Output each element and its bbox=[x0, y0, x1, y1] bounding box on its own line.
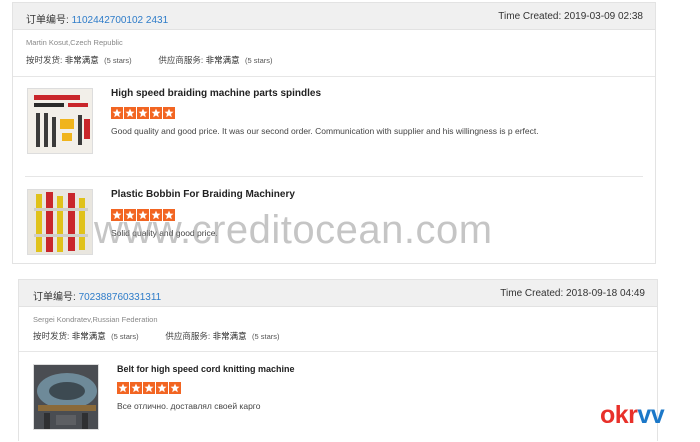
star-icon bbox=[150, 107, 162, 119]
order-number-label: 订单编号: bbox=[26, 15, 69, 26]
product-title-link[interactable]: Plastic Bobbin For Braiding Machinery bbox=[111, 189, 295, 200]
star-icon bbox=[111, 107, 123, 119]
product-title-link[interactable]: High speed braiding machine parts spindl… bbox=[111, 88, 321, 99]
order-number: 订单编号: 702388760331311 bbox=[33, 288, 161, 303]
star-icon bbox=[169, 382, 181, 394]
star-icon bbox=[163, 107, 175, 119]
star-icon bbox=[124, 209, 136, 221]
star-icon bbox=[163, 209, 175, 221]
product-thumbnail[interactable] bbox=[27, 189, 93, 255]
brand-logo-part2: vv bbox=[637, 401, 665, 429]
service-stars-text: (5 stars) bbox=[245, 56, 273, 65]
star-rating bbox=[117, 382, 181, 394]
divider bbox=[19, 351, 657, 352]
star-icon bbox=[137, 209, 149, 221]
service-value: 非常满意 bbox=[212, 331, 247, 341]
divider bbox=[25, 176, 643, 177]
buyer-name: Martin Kosut,Czech Republic bbox=[26, 38, 123, 47]
order-ratings: 按时发货: 非常满意 (5 stars) 供应商服务: 非常满意 (5 star… bbox=[26, 54, 273, 66]
shipping-label: 按时发货: bbox=[33, 331, 70, 341]
divider bbox=[13, 76, 655, 77]
spindles-image bbox=[28, 89, 92, 153]
review-text: Все отлично. доставлял своей карго bbox=[117, 401, 261, 411]
shipping-stars-text: (5 stars) bbox=[111, 332, 139, 341]
order-card: 订单编号: 702388760331311 Time Created: 2018… bbox=[18, 279, 658, 441]
order-id-link[interactable]: 702388760331311 bbox=[79, 292, 162, 303]
belt-image bbox=[34, 365, 98, 429]
order-number: 订单编号: 1102442700102 2431 bbox=[26, 11, 168, 26]
star-icon bbox=[156, 382, 168, 394]
brand-logo-part1: okr bbox=[600, 401, 638, 429]
shipping-value: 非常满意 bbox=[64, 55, 99, 65]
buyer-name: Sergei Kondratev,Russian Federation bbox=[33, 315, 158, 324]
star-icon bbox=[150, 209, 162, 221]
review-text: Solid quality and good price. bbox=[111, 228, 218, 238]
star-icon bbox=[143, 382, 155, 394]
product-title-link[interactable]: Belt for high speed cord knitting machin… bbox=[117, 364, 295, 374]
brand-logo: okrvv bbox=[600, 401, 665, 430]
product-thumbnail[interactable] bbox=[27, 88, 93, 154]
time-created: Time Created: 2018-09-18 04:49 bbox=[500, 288, 645, 299]
star-rating bbox=[111, 209, 175, 221]
time-created: Time Created: 2019-03-09 02:38 bbox=[498, 11, 643, 22]
service-value: 非常满意 bbox=[205, 55, 240, 65]
service-stars-text: (5 stars) bbox=[252, 332, 280, 341]
service-label: 供应商服务: bbox=[165, 331, 211, 341]
shipping-stars-text: (5 stars) bbox=[104, 56, 132, 65]
star-icon bbox=[111, 209, 123, 221]
order-ratings: 按时发货: 非常满意 (5 stars) 供应商服务: 非常满意 (5 star… bbox=[33, 330, 280, 342]
order-card: 订单编号: 1102442700102 2431 Time Created: 2… bbox=[12, 2, 656, 264]
order-header: 订单编号: 702388760331311 Time Created: 2018… bbox=[19, 280, 657, 307]
star-rating bbox=[111, 107, 175, 119]
order-header: 订单编号: 1102442700102 2431 Time Created: 2… bbox=[13, 3, 655, 30]
order-number-label: 订单编号: bbox=[33, 292, 76, 303]
order-id-link[interactable]: 1102442700102 2431 bbox=[72, 15, 169, 26]
product-thumbnail[interactable] bbox=[33, 364, 99, 430]
service-label: 供应商服务: bbox=[158, 55, 204, 65]
shipping-label: 按时发货: bbox=[26, 55, 63, 65]
star-icon bbox=[117, 382, 129, 394]
star-icon bbox=[130, 382, 142, 394]
shipping-value: 非常满意 bbox=[71, 331, 106, 341]
bobbin-image bbox=[28, 190, 92, 254]
star-icon bbox=[137, 107, 149, 119]
star-icon bbox=[124, 107, 136, 119]
review-text: Good quality and good price. It was our … bbox=[111, 126, 539, 136]
